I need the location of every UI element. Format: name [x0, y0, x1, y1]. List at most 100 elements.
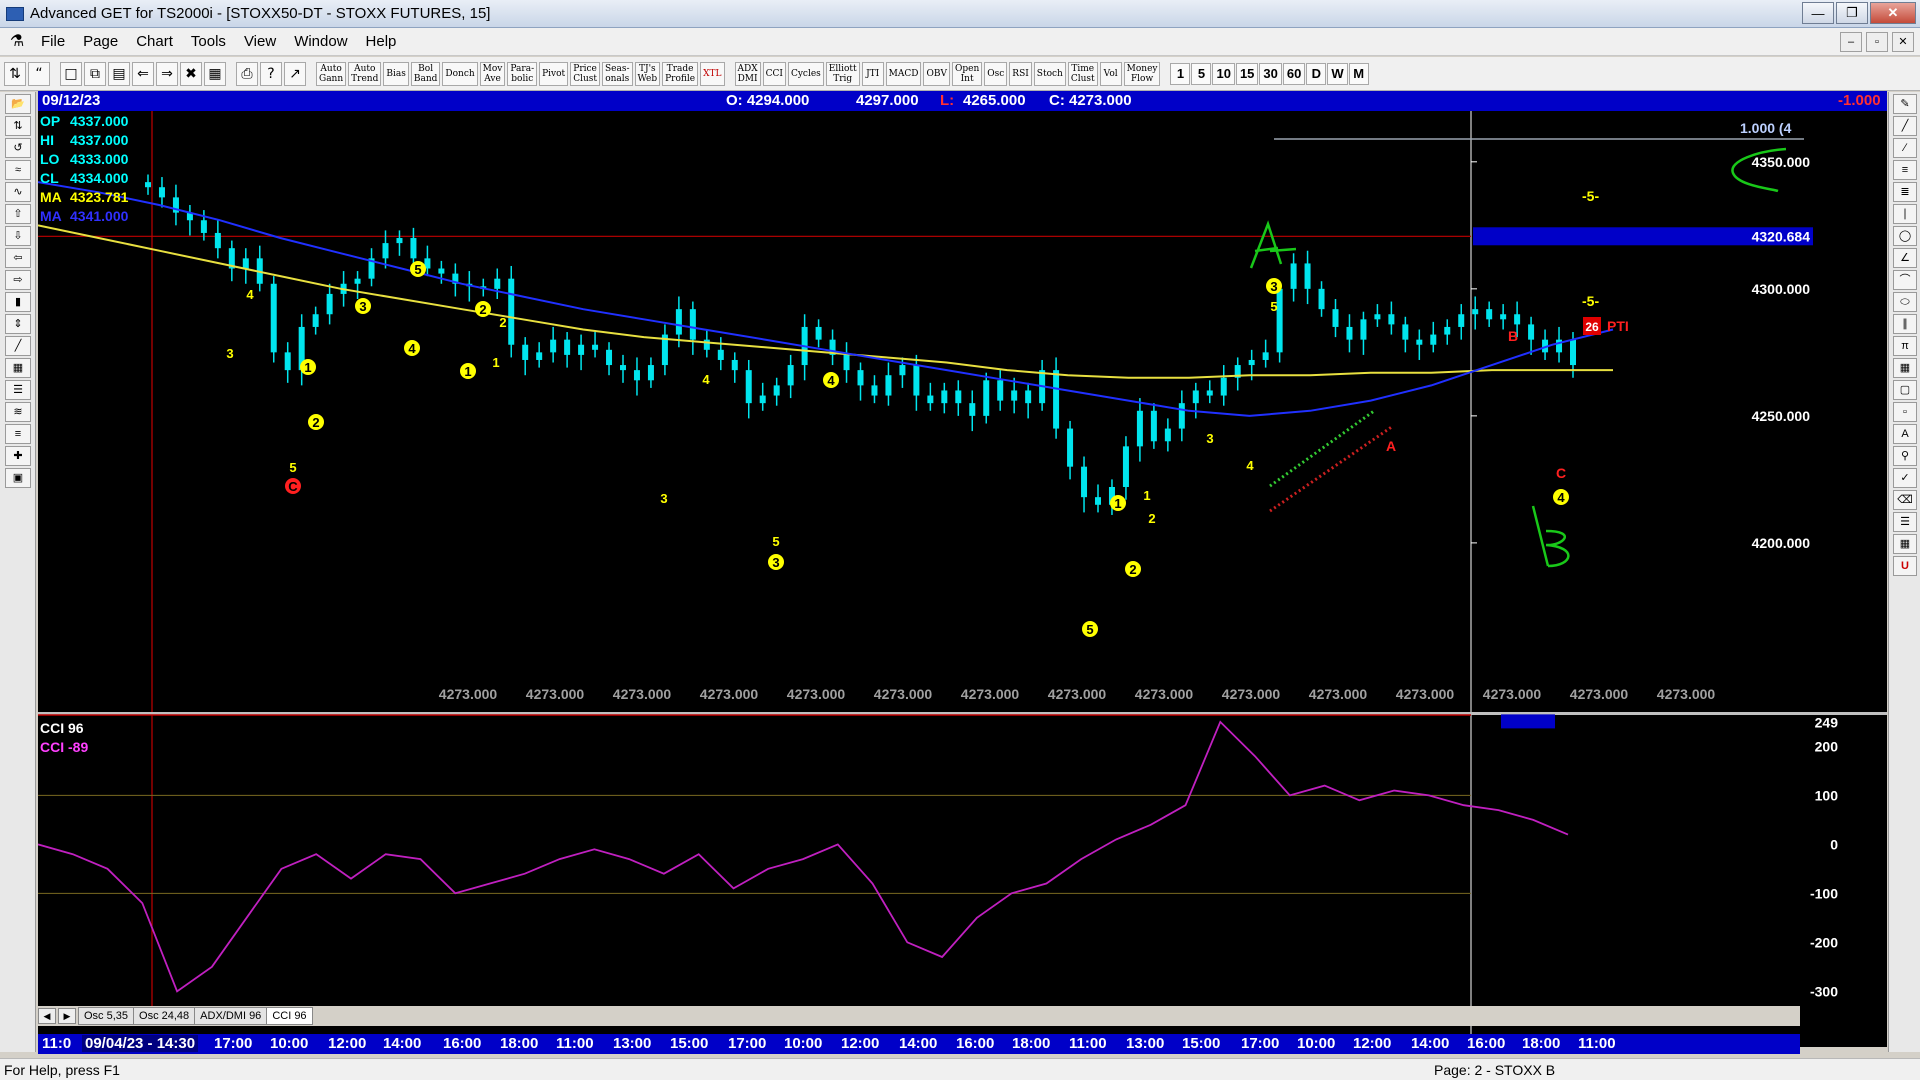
cross-icon[interactable]: ✖	[180, 61, 202, 86]
menu-chart[interactable]: Chart	[127, 33, 182, 50]
table-icon[interactable]: ▦	[5, 358, 31, 378]
tab-adx-dmi[interactable]: ADX/DMI 96	[194, 1007, 268, 1025]
back-icon[interactable]: ⇐	[132, 61, 154, 86]
study-button-20[interactable]: Open Int	[951, 61, 983, 86]
mdi-restore-button[interactable]: ▫	[1866, 32, 1888, 52]
reset-icon[interactable]: ↺	[5, 138, 31, 158]
mdi-minimize-button[interactable]: –	[1840, 32, 1862, 52]
study-button-17[interactable]: JTI	[861, 61, 884, 86]
new-icon[interactable]: □	[60, 61, 82, 86]
menu-file[interactable]: File	[32, 33, 74, 50]
text-icon[interactable]: A	[1893, 424, 1917, 444]
fib-icon[interactable]: ≡	[5, 424, 31, 444]
open-icon[interactable]: 📂	[5, 94, 31, 114]
pin-icon[interactable]: ⇅	[4, 61, 26, 86]
timeframe-button-5[interactable]: 5	[1191, 62, 1212, 85]
study-button-9[interactable]: Seas- onals	[601, 61, 633, 86]
quote-icon[interactable]: “	[28, 61, 50, 86]
timeframe-button-30[interactable]: 30	[1259, 62, 1282, 85]
study-button-26[interactable]: Money Flow	[1123, 61, 1161, 86]
menu-help[interactable]: Help	[357, 33, 406, 50]
trendline-icon[interactable]: ╱	[1893, 116, 1917, 136]
lines-icon[interactable]: ☰	[5, 380, 31, 400]
save-icon[interactable]: ▤	[108, 61, 130, 86]
grid2-icon[interactable]: ▦	[1893, 534, 1917, 554]
timeframe-button-10[interactable]: 10	[1212, 62, 1235, 85]
timeframe-button-60[interactable]: 60	[1282, 62, 1306, 85]
pencil-icon[interactable]: ✎	[1893, 94, 1917, 114]
menu-page[interactable]: Page	[74, 33, 127, 50]
fib-ext-icon[interactable]: ≣	[1893, 182, 1917, 202]
grid-draw-icon[interactable]: ▦	[1893, 358, 1917, 378]
crosshair-icon[interactable]: ✚	[5, 446, 31, 466]
study-button-13[interactable]: ADX DMI	[734, 61, 761, 86]
tab-prev-icon[interactable]: ◀	[38, 1008, 56, 1024]
study-button-4[interactable]: Donch	[442, 61, 478, 86]
fib-time-icon[interactable]: ∣	[1893, 204, 1917, 224]
channel-draw-icon[interactable]: ∥	[1893, 314, 1917, 334]
timeframe-button-W[interactable]: W	[1327, 62, 1348, 85]
document-icon[interactable]: ⚗	[8, 33, 26, 51]
study-button-7[interactable]: Pivot	[539, 61, 569, 86]
mdi-close-button[interactable]: ✕	[1892, 32, 1914, 52]
timeframe-button-D[interactable]: D	[1306, 62, 1327, 85]
study-button-16[interactable]: Elliott Trig	[825, 61, 860, 86]
study-button-23[interactable]: Stoch	[1033, 61, 1066, 86]
undo-icon[interactable]: U	[1893, 556, 1917, 576]
study-button-15[interactable]: Cycles	[787, 61, 824, 86]
left-arrow-icon[interactable]: ⇦	[5, 248, 31, 268]
scale-icon[interactable]: ⇕	[5, 314, 31, 334]
minimize-button[interactable]: —	[1802, 2, 1834, 24]
maximize-button[interactable]: ❐	[1836, 2, 1868, 24]
study-button-22[interactable]: RSI	[1009, 61, 1032, 86]
ellipse-icon[interactable]: ⬭	[1893, 292, 1917, 312]
grid-icon[interactable]: ▦	[204, 61, 226, 86]
arc-icon[interactable]: ⌒	[1893, 270, 1917, 290]
study-button-12[interactable]: XTL	[700, 61, 725, 86]
chart-area[interactable]: 4350.000 4300.000 4250.000 4200.000 4320.684…	[37, 111, 1887, 1047]
tab-next-icon[interactable]: ▶	[58, 1008, 76, 1024]
erase-icon[interactable]: ⌫	[1893, 490, 1917, 510]
study-button-19[interactable]: OBV	[923, 61, 950, 86]
study-button-14[interactable]: CCI	[762, 61, 786, 86]
up-arrow-icon[interactable]: ⇧	[5, 204, 31, 224]
price-chart[interactable]: 4350.000 4300.000 4250.000 4200.000 4320.684…	[37, 111, 1887, 1047]
menu-view[interactable]: View	[235, 33, 285, 50]
right-arrow-icon[interactable]: ⇨	[5, 270, 31, 290]
study-button-8[interactable]: Price Clust	[570, 61, 600, 86]
info-icon[interactable]: ?	[260, 61, 282, 86]
down-arrow-icon[interactable]: ⇩	[5, 226, 31, 246]
timeframe-button-1[interactable]: 1	[1170, 62, 1191, 85]
tab-osc-5-35[interactable]: Osc 5,35	[78, 1007, 135, 1025]
fan-icon[interactable]: ∠	[1893, 248, 1917, 268]
pti-icon[interactable]: π	[1893, 336, 1917, 356]
channel-icon[interactable]: ╱	[5, 336, 31, 356]
timeframe-button-M[interactable]: M	[1348, 62, 1369, 85]
copy-icon[interactable]: ⧉	[84, 61, 106, 86]
study-button-21[interactable]: Osc	[984, 61, 1008, 86]
fib-ret-icon[interactable]: ≡	[1893, 160, 1917, 180]
study-button-0[interactable]: Auto Gann	[316, 61, 347, 86]
marker-icon[interactable]: ✓	[1893, 468, 1917, 488]
gann-box-icon[interactable]: ▢	[1893, 380, 1917, 400]
menu-tools[interactable]: Tools	[182, 33, 235, 50]
print-icon[interactable]: ⎙	[236, 61, 258, 86]
study-button-1[interactable]: Auto Trend	[348, 61, 382, 86]
help-pointer-icon[interactable]: ↗	[284, 61, 306, 86]
bars-icon[interactable]: ▮	[5, 292, 31, 312]
list-icon[interactable]: ☰	[1893, 512, 1917, 532]
mob-icon[interactable]: ▫	[1893, 402, 1917, 422]
timeframe-button-15[interactable]: 15	[1235, 62, 1259, 85]
study-button-5[interactable]: Mov Ave	[479, 61, 506, 86]
study-button-18[interactable]: MACD	[885, 61, 922, 86]
study-button-2[interactable]: Bias	[383, 61, 409, 86]
circle-icon[interactable]: ◯	[1893, 226, 1917, 246]
camera-icon[interactable]: ▣	[5, 468, 31, 488]
study-button-11[interactable]: Trade Profile	[662, 61, 699, 86]
study-button-6[interactable]: Para- bolic	[507, 61, 538, 86]
menu-window[interactable]: Window	[285, 33, 356, 50]
elliott-icon[interactable]: ∿	[5, 182, 31, 202]
tab-osc-24-48[interactable]: Osc 24,48	[133, 1007, 196, 1025]
zoom-icon[interactable]: ⇅	[5, 116, 31, 136]
study-icon[interactable]: ≈	[5, 160, 31, 180]
